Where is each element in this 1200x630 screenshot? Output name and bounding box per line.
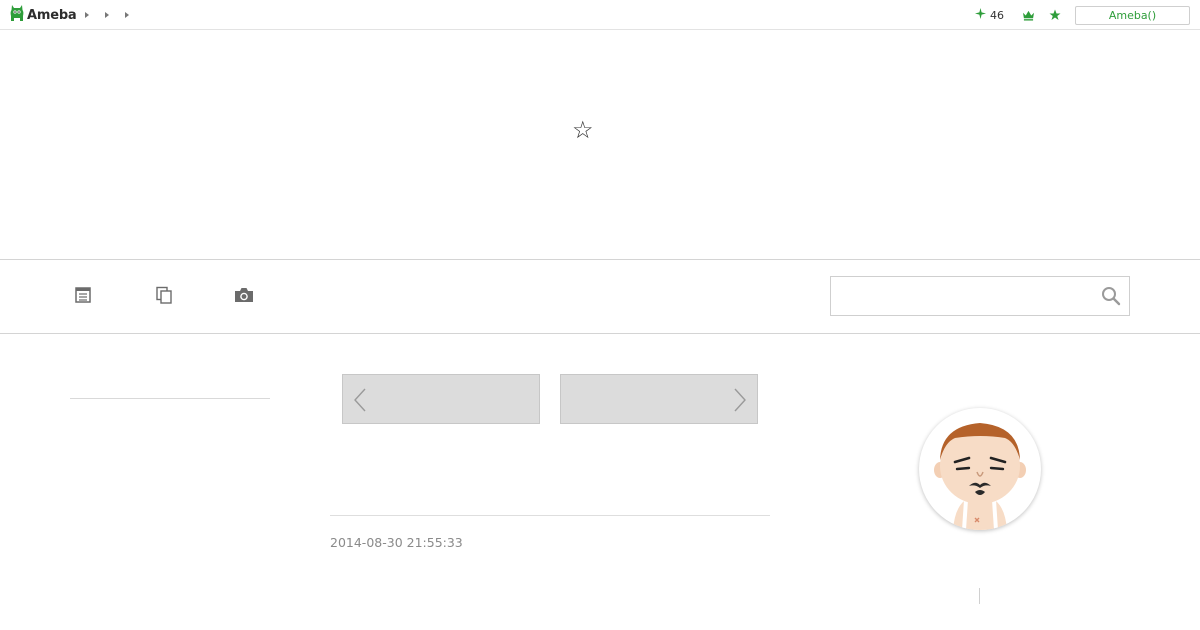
next-entry-button[interactable] bbox=[560, 374, 758, 424]
chevron-right-icon[interactable] bbox=[124, 10, 130, 20]
notification-count[interactable]: 46 bbox=[975, 8, 1004, 22]
search-input[interactable] bbox=[831, 277, 1091, 315]
blog-nav bbox=[0, 260, 1200, 334]
login-button[interactable]: Ameba() bbox=[1075, 5, 1190, 25]
search-icon[interactable] bbox=[1101, 286, 1121, 306]
crown-icon[interactable] bbox=[1022, 10, 1035, 21]
chevron-right-icon bbox=[733, 388, 747, 412]
sparkle-icon bbox=[975, 8, 986, 22]
ameba-logo-icon bbox=[9, 3, 25, 27]
avatar-illustration bbox=[934, 423, 1026, 530]
sidebar-divider-tick bbox=[979, 588, 980, 604]
archive-icon[interactable] bbox=[153, 284, 175, 306]
search-box bbox=[830, 276, 1130, 316]
avatar[interactable] bbox=[919, 408, 1041, 530]
ameba-logo[interactable]: Ameba bbox=[9, 5, 77, 25]
star-icon[interactable] bbox=[1049, 9, 1061, 21]
entry-list-icon[interactable] bbox=[72, 284, 94, 306]
chevron-right-icon[interactable] bbox=[84, 10, 90, 20]
blog-title[interactable]: ☆ bbox=[572, 116, 594, 144]
blog-header: ☆ bbox=[0, 30, 1200, 260]
entry-date: 2014-08-30 21:55:33 bbox=[330, 535, 463, 550]
camera-icon[interactable] bbox=[233, 284, 255, 306]
global-header: Ameba 46 Ameba() bbox=[0, 0, 1200, 30]
breadcrumb bbox=[84, 10, 130, 20]
ameba-logo-text: Ameba bbox=[27, 7, 77, 23]
chevron-right-icon[interactable] bbox=[104, 10, 110, 20]
prev-entry-button[interactable] bbox=[342, 374, 540, 424]
sidebar-divider bbox=[70, 398, 270, 399]
entry-divider bbox=[330, 515, 770, 516]
count-value: 46 bbox=[990, 8, 1004, 22]
topbar-right: 46 Ameba() bbox=[975, 5, 1190, 25]
chevron-left-icon bbox=[353, 388, 367, 412]
